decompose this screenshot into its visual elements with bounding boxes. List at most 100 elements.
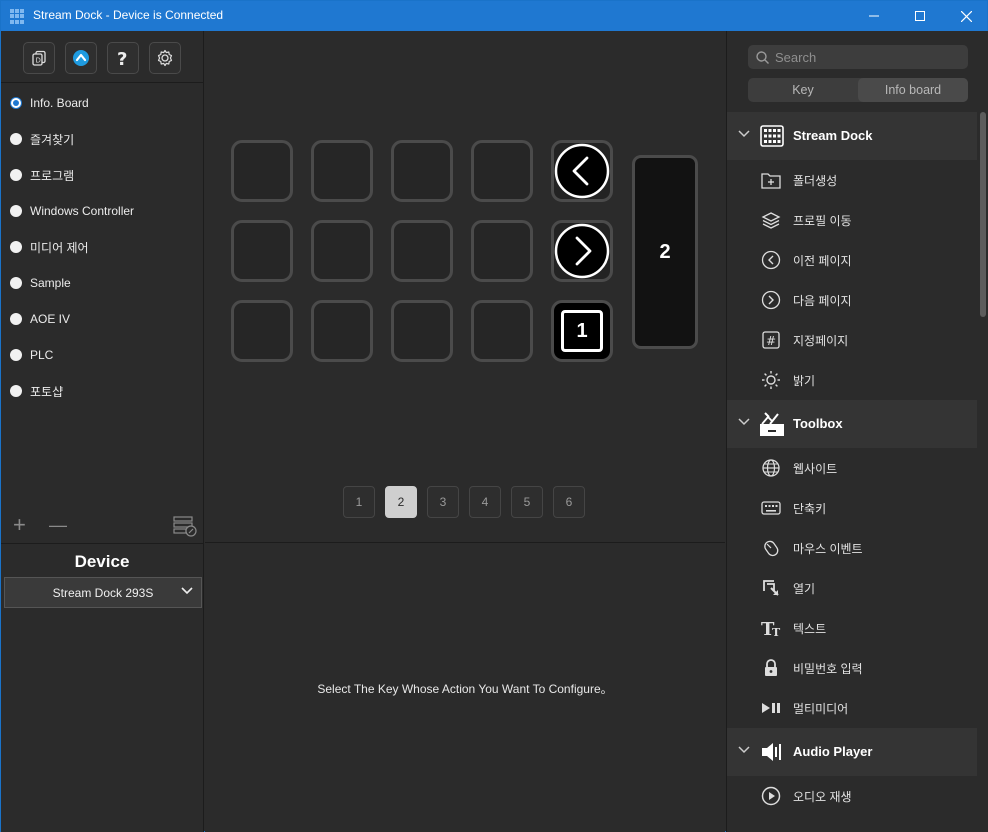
profile-item[interactable]: Sample: [1, 265, 203, 301]
close-button[interactable]: [943, 1, 988, 31]
lock-icon: [761, 658, 781, 678]
device-selected-value: Stream Dock 293S: [52, 585, 154, 600]
toolbox-icon: [759, 411, 785, 437]
action-item[interactable]: 멀티미디어: [727, 688, 977, 728]
radio[interactable]: [10, 349, 22, 361]
action-item[interactable]: 다음 페이지: [727, 280, 977, 320]
svg-text:D: D: [36, 57, 41, 65]
profile-item[interactable]: 포토샵: [1, 373, 203, 409]
window-title: Stream Dock - Device is Connected: [33, 8, 224, 22]
chevron-left-circle-icon: [554, 143, 610, 199]
action-label: 밝기: [793, 374, 816, 388]
page-button[interactable]: 6: [553, 486, 585, 518]
radio[interactable]: [10, 385, 22, 397]
radio[interactable]: [10, 241, 22, 253]
search-input[interactable]: Search: [775, 50, 816, 65]
radio[interactable]: [10, 169, 22, 181]
action-item[interactable]: 비밀번호 입력: [727, 648, 977, 688]
device-key[interactable]: [391, 300, 453, 362]
device-info-button[interactable]: D: [23, 42, 55, 74]
device-key[interactable]: [231, 140, 293, 202]
tab-key[interactable]: Key: [748, 78, 858, 102]
chevron-right-circle-icon: [554, 223, 610, 279]
add-profile-button[interactable]: +: [13, 513, 26, 537]
action-label: 지정페이지: [793, 334, 849, 348]
left-toolbar: D ?: [1, 31, 203, 83]
left-panel: D ? Info. Board 즐겨찾기 프로그램 Windows Contro…: [1, 31, 204, 832]
radio[interactable]: [10, 205, 22, 217]
device-dropdown[interactable]: Stream Dock 293S: [4, 577, 202, 608]
page-number-key[interactable]: 1: [551, 300, 613, 362]
radio[interactable]: [10, 133, 22, 145]
profile-item[interactable]: Info. Board: [1, 85, 203, 121]
action-item[interactable]: 폴더생성: [727, 160, 977, 200]
group-audio-player[interactable]: Audio Player: [727, 728, 977, 776]
page-button-active[interactable]: 2: [385, 486, 417, 518]
page-button[interactable]: 1: [343, 486, 375, 518]
group-label: Stream Dock: [793, 128, 873, 143]
knob-display[interactable]: 2: [632, 155, 698, 349]
radio[interactable]: [10, 313, 22, 325]
device-key[interactable]: [231, 220, 293, 282]
action-tabs: Key Info board: [748, 78, 968, 102]
device-key[interactable]: [231, 300, 293, 362]
svg-text:#: #: [766, 334, 776, 348]
action-item[interactable]: 오디오 재생: [727, 776, 977, 816]
action-item[interactable]: # 지정페이지: [727, 320, 977, 360]
device-key[interactable]: [311, 140, 373, 202]
action-item[interactable]: 밝기: [727, 360, 977, 400]
action-item[interactable]: 프로필 이동: [727, 200, 977, 240]
action-item[interactable]: TT 텍스트: [727, 608, 977, 648]
action-list-scrollbar[interactable]: [978, 112, 988, 832]
folder-plus-icon: [761, 170, 781, 190]
scroll-thumb[interactable]: [980, 112, 986, 317]
action-label: 오디오 재생: [793, 790, 852, 804]
device-key[interactable]: [391, 220, 453, 282]
profile-item[interactable]: 미디어 제어: [1, 229, 203, 265]
device-key[interactable]: [471, 220, 533, 282]
minimize-button[interactable]: [851, 1, 897, 31]
action-label: 멀티미디어: [793, 702, 849, 716]
tab-info-board[interactable]: Info board: [858, 78, 968, 102]
action-label: 텍스트: [793, 622, 827, 636]
group-stream-dock[interactable]: Stream Dock: [727, 112, 977, 160]
page-button[interactable]: 3: [427, 486, 459, 518]
device-title: Device: [74, 552, 130, 571]
action-item[interactable]: 마우스 이벤트: [727, 528, 977, 568]
next-page-key[interactable]: [551, 220, 613, 282]
profile-item[interactable]: AOE IV: [1, 301, 203, 337]
device-key[interactable]: [471, 300, 533, 362]
device-key[interactable]: [471, 140, 533, 202]
maximize-button[interactable]: [897, 1, 943, 31]
device-key[interactable]: [391, 140, 453, 202]
profile-item[interactable]: PLC: [1, 337, 203, 373]
previous-page-key[interactable]: [551, 140, 613, 202]
action-list: Stream Dock 폴더생성 프로필 이동 이전 페이지 다음 페이지 # …: [727, 112, 977, 832]
action-item[interactable]: 단축키: [727, 488, 977, 528]
speaker-icon: [759, 739, 785, 765]
action-label: 단축키: [793, 502, 827, 516]
radio-selected[interactable]: [10, 97, 22, 109]
device-key[interactable]: [311, 300, 373, 362]
group-label: Toolbox: [793, 416, 843, 431]
update-button[interactable]: [65, 42, 97, 74]
device-key[interactable]: [311, 220, 373, 282]
action-item[interactable]: 열기: [727, 568, 977, 608]
profile-item[interactable]: Windows Controller: [1, 193, 203, 229]
profile-item[interactable]: 즐겨찾기: [1, 121, 203, 157]
action-item[interactable]: 이전 페이지: [727, 240, 977, 280]
remove-profile-button[interactable]: —: [49, 513, 67, 537]
group-label: Audio Player: [793, 744, 873, 759]
profile-manager-icon[interactable]: [173, 515, 197, 537]
page-button[interactable]: 4: [469, 486, 501, 518]
mouse-icon: [761, 538, 781, 558]
profile-item[interactable]: 프로그램: [1, 157, 203, 193]
action-item[interactable]: 웹사이트: [727, 448, 977, 488]
action-label: 폴더생성: [793, 174, 838, 188]
page-button[interactable]: 5: [511, 486, 543, 518]
settings-button[interactable]: [149, 42, 181, 74]
help-button[interactable]: ?: [107, 42, 139, 74]
search-box[interactable]: Search: [748, 45, 968, 69]
group-toolbox[interactable]: Toolbox: [727, 400, 977, 448]
radio[interactable]: [10, 277, 22, 289]
